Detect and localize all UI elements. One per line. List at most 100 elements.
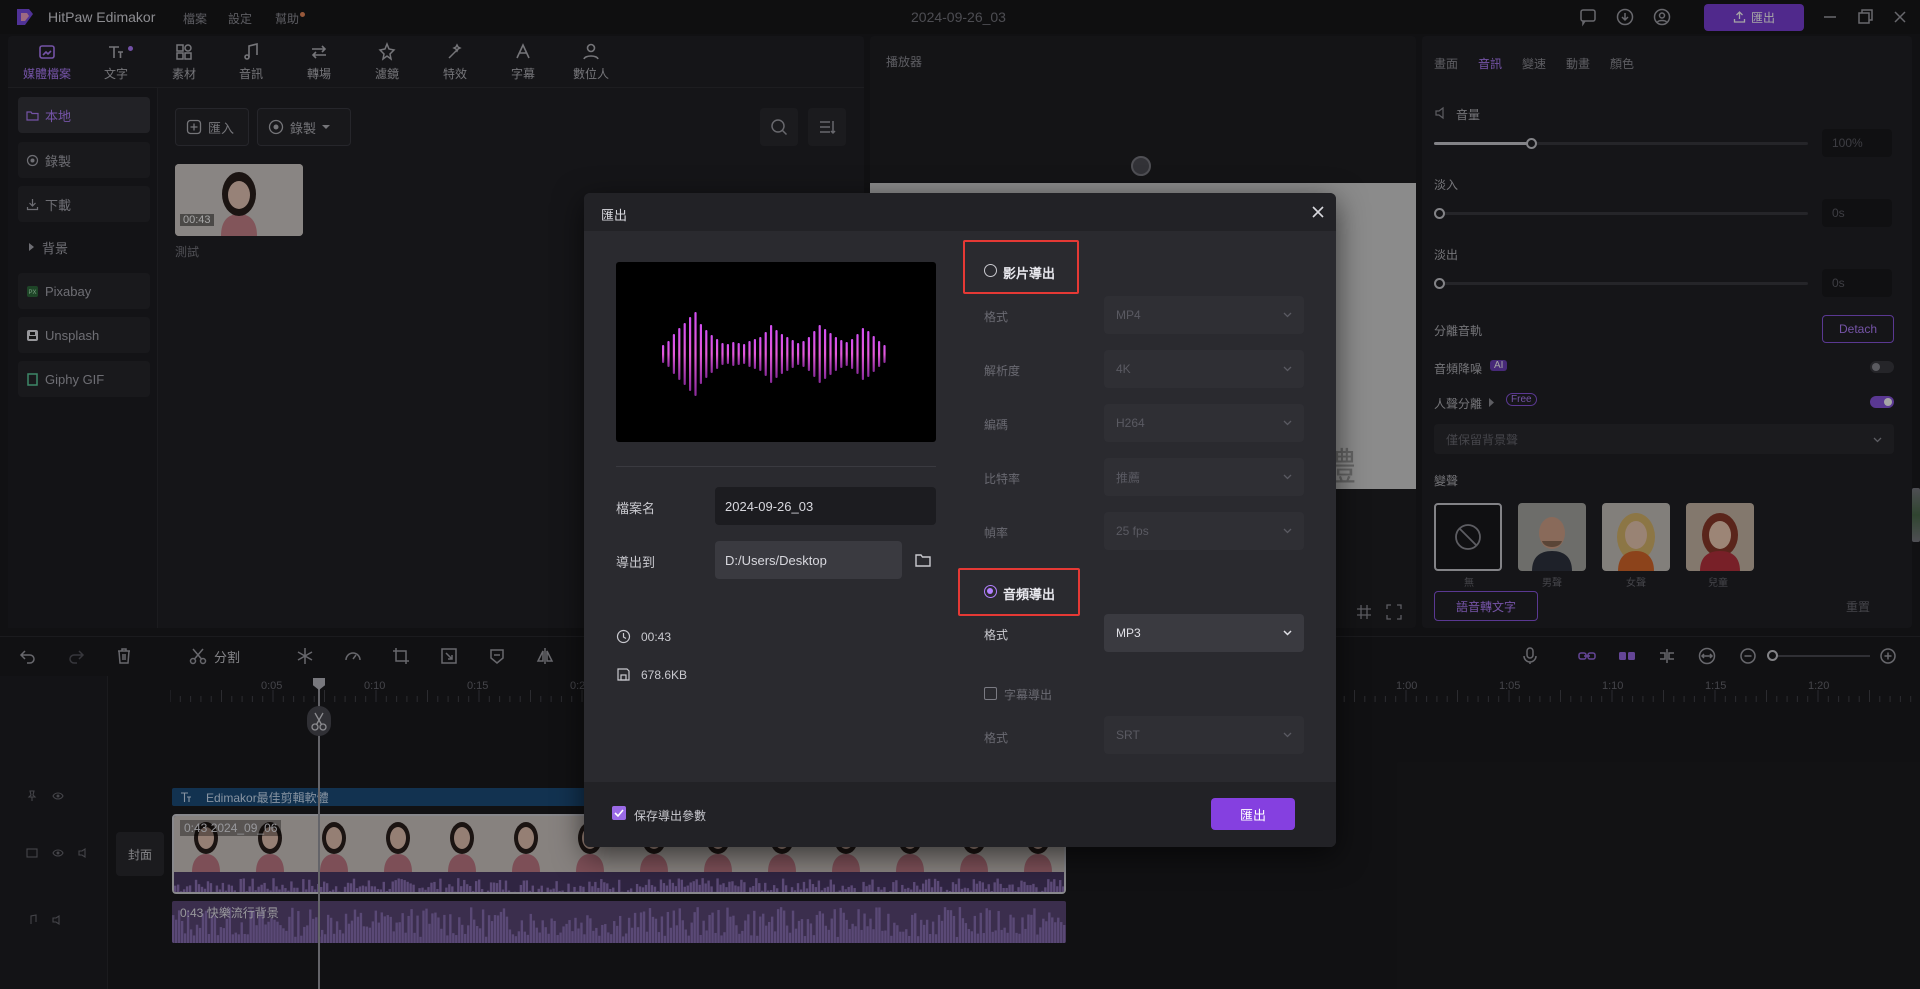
- preview-wave-bar: [770, 325, 773, 383]
- preview-wave-bar: [861, 328, 864, 380]
- preview-wave-bar: [834, 337, 837, 371]
- export-dialog-title: 匯出: [601, 208, 628, 223]
- filename-value: 2024-09-26_03: [725, 498, 814, 514]
- preview-wave-bar: [753, 339, 756, 369]
- preview-wave-bar: [867, 331, 870, 377]
- preview-wave-bar: [678, 328, 681, 380]
- preview-wave-bar: [705, 330, 708, 378]
- preview-wave-bar: [721, 343, 724, 365]
- video-format-label: 格式: [984, 310, 1009, 324]
- export-button[interactable]: 匯出: [1211, 798, 1295, 830]
- framerate-label: 幀率: [984, 526, 1009, 540]
- preview-wave-bar: [802, 341, 805, 367]
- resolution-select[interactable]: 4K: [1104, 350, 1304, 388]
- bitrate-value: 推薦: [1116, 470, 1141, 485]
- preview-wave-bar: [699, 324, 702, 384]
- save-disk-icon: [617, 668, 630, 681]
- preview-wave-bar: [775, 330, 778, 378]
- subtitle-export-checkbox[interactable]: [984, 687, 997, 700]
- preview-wave-bar: [813, 331, 816, 377]
- divider: [616, 466, 936, 467]
- export-path-input[interactable]: D:/Users/Desktop: [715, 541, 902, 579]
- framerate-select[interactable]: 25 fps: [1104, 512, 1304, 550]
- preview-wave-bar: [710, 335, 713, 373]
- duration-row: 00:43: [616, 629, 671, 644]
- audio-format-value: MP3: [1116, 626, 1141, 640]
- export-dialog-header: [584, 193, 1336, 231]
- preview-wave-bar: [856, 334, 859, 374]
- save-params-checkbox[interactable]: [612, 806, 626, 820]
- chevron-down-icon: [1283, 420, 1292, 426]
- audio-export-radio[interactable]: [984, 585, 997, 598]
- preview-wave-bar: [672, 334, 675, 374]
- preview-wave-bar: [737, 343, 740, 365]
- chevron-down-icon: [1283, 528, 1292, 534]
- clock-icon: [616, 629, 631, 644]
- preview-wave-bar: [851, 339, 854, 369]
- preview-wave-bar: [872, 336, 875, 372]
- chevron-down-icon: [1283, 312, 1292, 318]
- bitrate-select[interactable]: 推薦: [1104, 458, 1304, 496]
- filename-input[interactable]: 2024-09-26_03: [715, 487, 936, 525]
- preview-wave-bar: [845, 342, 848, 366]
- bitrate-label: 比特率: [984, 472, 1021, 486]
- preview-wave-bar: [662, 345, 665, 363]
- subtitle-format-label: 格式: [984, 731, 1009, 745]
- codec-label: 編碼: [984, 418, 1009, 432]
- audio-waveform-preview: [662, 312, 886, 396]
- preview-wave-bar: [694, 312, 697, 396]
- preview-wave-bar: [786, 337, 789, 371]
- checkmark-icon: [614, 809, 624, 818]
- video-format-value: MP4: [1116, 308, 1141, 322]
- video-export-label[interactable]: 影片導出: [1003, 263, 1055, 282]
- preview-wave-bar: [878, 341, 881, 367]
- folder-icon[interactable]: [914, 551, 932, 569]
- filename-label: 檔案名: [616, 501, 656, 516]
- filesize-value: 678.6KB: [641, 667, 688, 682]
- framerate-value: 25 fps: [1116, 524, 1149, 538]
- audio-preview: [616, 262, 936, 442]
- preview-wave-bar: [780, 334, 783, 374]
- preview-wave-bar: [791, 340, 794, 368]
- audio-format-label: 格式: [984, 628, 1009, 642]
- preview-wave-bar: [732, 342, 735, 366]
- duration-value: 00:43: [641, 629, 672, 644]
- preview-wave-bar: [726, 344, 729, 364]
- export-to-label: 導出到: [616, 555, 656, 570]
- preview-wave-bar: [748, 341, 751, 367]
- export-path-value: D:/Users/Desktop: [725, 552, 827, 568]
- subtitle-format-select[interactable]: SRT: [1104, 716, 1304, 754]
- preview-wave-bar: [764, 332, 767, 376]
- resolution-value: 4K: [1116, 362, 1131, 376]
- preview-wave-bar: [797, 343, 800, 365]
- codec-select[interactable]: H264: [1104, 404, 1304, 442]
- preview-wave-bar: [807, 337, 810, 371]
- preview-wave-bar: [840, 340, 843, 368]
- preview-wave-bar: [689, 317, 692, 391]
- preview-wave-bar: [743, 344, 746, 364]
- subtitle-export-label[interactable]: 字幕導出: [1004, 686, 1052, 703]
- preview-wave-bar: [829, 333, 832, 375]
- subtitle-format-value: SRT: [1116, 728, 1140, 742]
- preview-wave-bar: [883, 345, 886, 363]
- close-icon[interactable]: [1308, 202, 1328, 222]
- save-params-label[interactable]: 保存導出參數: [634, 807, 706, 824]
- filesize-row: 678.6KB: [616, 667, 687, 682]
- export-button-label: 匯出: [1239, 807, 1266, 823]
- chevron-down-icon: [1283, 732, 1292, 738]
- preview-wave-bar: [683, 323, 686, 385]
- audio-format-select[interactable]: MP3: [1104, 614, 1304, 652]
- preview-wave-bar: [818, 325, 821, 383]
- resolution-label: 解析度: [984, 364, 1021, 378]
- video-format-select[interactable]: MP4: [1104, 296, 1304, 334]
- preview-wave-bar: [667, 341, 670, 367]
- preview-wave-bar: [716, 339, 719, 369]
- chevron-down-icon: [1283, 630, 1292, 636]
- preview-wave-bar: [824, 329, 827, 379]
- video-export-radio[interactable]: [984, 264, 997, 277]
- chevron-down-icon: [1283, 366, 1292, 372]
- codec-value: H264: [1116, 416, 1145, 430]
- audio-export-label[interactable]: 音頻導出: [1003, 584, 1055, 603]
- preview-wave-bar: [759, 337, 762, 371]
- chevron-down-icon: [1283, 474, 1292, 480]
